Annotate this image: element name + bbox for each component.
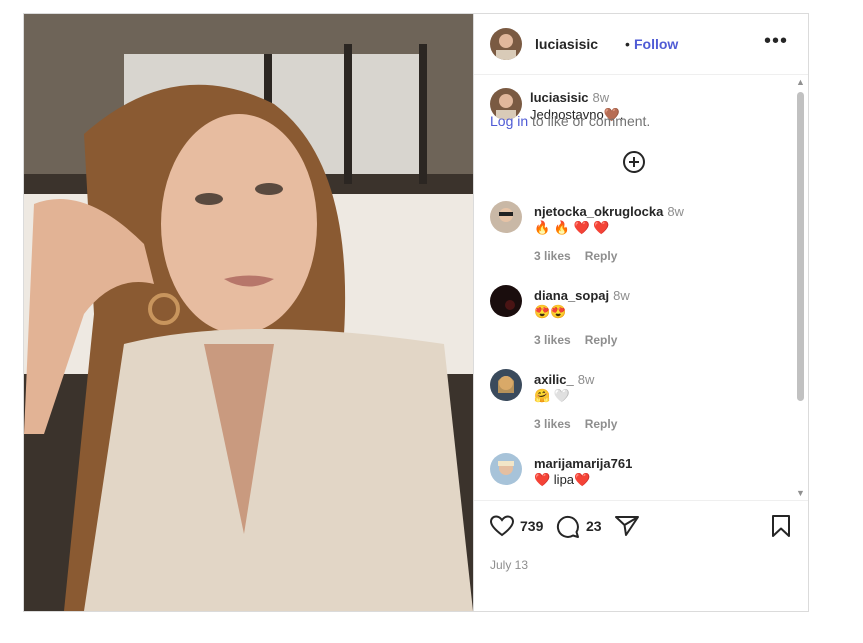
comments-scrollbar[interactable]: ▲ ▼ bbox=[794, 75, 806, 500]
reply-button[interactable]: Reply bbox=[585, 249, 618, 263]
comment-likes[interactable]: 3 likes bbox=[534, 333, 571, 347]
post-date: July 13 bbox=[490, 558, 529, 572]
post-photo[interactable] bbox=[24, 14, 473, 611]
comment-time: 8w bbox=[667, 204, 684, 219]
post-sidebar: luciasisic • Follow ••• luciasisic 8w Jed… bbox=[473, 14, 808, 611]
comment-item: marijamarija761 ❤️ lipa❤️ bbox=[474, 453, 794, 500]
commenter-avatar[interactable] bbox=[490, 453, 522, 485]
commenter-avatar[interactable] bbox=[490, 201, 522, 233]
follow-button[interactable]: Follow bbox=[634, 36, 678, 52]
scroll-down-icon[interactable]: ▼ bbox=[796, 488, 805, 498]
reply-button[interactable]: Reply bbox=[585, 417, 618, 431]
post-header: luciasisic • Follow ••• bbox=[474, 14, 808, 75]
comment-username[interactable]: njetocka_okruglocka bbox=[534, 204, 663, 219]
comment-text: ❤️ lipa❤️ bbox=[534, 472, 591, 487]
author-username[interactable]: luciasisic bbox=[535, 36, 598, 52]
commenter-avatar[interactable] bbox=[490, 369, 522, 401]
comment-text: 🤗 🤍 bbox=[534, 388, 570, 403]
share-icon[interactable] bbox=[615, 515, 639, 537]
likes-count[interactable]: 739 bbox=[520, 518, 543, 534]
caption-time: 8w bbox=[592, 90, 610, 105]
comment-username[interactable]: marijamarija761 bbox=[534, 456, 632, 471]
bookmark-icon[interactable] bbox=[772, 515, 790, 537]
heart-icon[interactable] bbox=[490, 515, 514, 537]
comment-time: 8w bbox=[577, 372, 595, 387]
login-prompt: Log in to like or comment. bbox=[490, 113, 650, 129]
commenter-avatar[interactable] bbox=[490, 285, 522, 317]
login-rest-text: to like or comment. bbox=[528, 113, 651, 129]
comment-username[interactable]: diana_sopaj bbox=[534, 288, 609, 303]
comment-likes[interactable]: 3 likes bbox=[534, 417, 571, 431]
add-comment-icon[interactable] bbox=[623, 151, 645, 173]
comment-item: diana_sopaj 8w 😍😍 3 likes Reply bbox=[474, 285, 794, 369]
scrollbar-thumb[interactable] bbox=[797, 92, 804, 401]
separator-dot: • bbox=[625, 36, 630, 52]
comment-username[interactable]: axilic_ bbox=[534, 372, 574, 387]
comment-time: 8w bbox=[613, 288, 630, 303]
comment-item: axilic_ 8w 🤗 🤍 3 likes Reply bbox=[474, 369, 794, 453]
post-actions: 739 23 July 13 bbox=[474, 500, 808, 612]
instagram-embed-card: luciasisic • Follow ••• luciasisic 8w Jed… bbox=[23, 13, 809, 612]
comment-likes[interactable]: 3 likes bbox=[534, 249, 571, 263]
more-options-icon[interactable]: ••• bbox=[764, 30, 788, 53]
comment-item: njetocka_okruglocka 8w 🔥 🔥 ❤️ ❤️ 3 likes R… bbox=[474, 201, 794, 285]
comment-text: 🔥 🔥 ❤️ ❤️ bbox=[534, 220, 610, 235]
login-link[interactable]: Log in bbox=[490, 113, 528, 129]
scroll-up-icon[interactable]: ▲ bbox=[796, 77, 805, 87]
comment-text: 😍😍 bbox=[534, 304, 567, 319]
comments-list[interactable]: luciasisic 8w Jednostavno🤎. njetocka_okru… bbox=[474, 75, 794, 500]
caption-username[interactable]: luciasisic bbox=[530, 90, 589, 105]
reply-button[interactable]: Reply bbox=[585, 333, 618, 347]
comments-count[interactable]: 23 bbox=[586, 518, 602, 534]
author-avatar[interactable] bbox=[490, 28, 522, 60]
comment-icon[interactable] bbox=[556, 515, 580, 539]
